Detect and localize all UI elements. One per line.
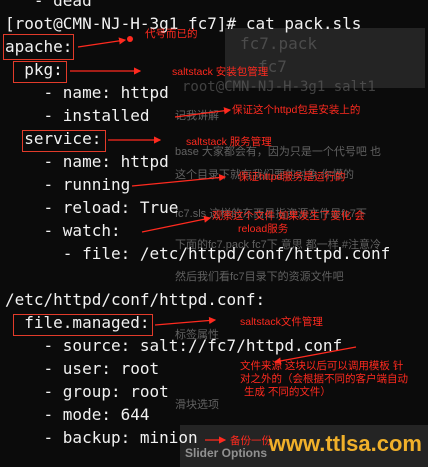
annotation-source-1: 文件来源 这块以后可以调用模板 针 — [240, 360, 404, 372]
terminal-line: - mode: 644 — [5, 405, 150, 424]
terminal-line: - file: /etc/httpd/conf/httpd.conf — [5, 244, 391, 263]
terminal-line: - name: httpd — [5, 83, 169, 102]
annotation-apache: 代号而已的 — [145, 28, 198, 40]
terminal-line: - installed — [5, 106, 150, 125]
bg-text: 记我讲解 — [175, 110, 219, 122]
terminal-line: - reload: True — [5, 198, 179, 217]
terminal-line: - user: root — [5, 359, 160, 378]
terminal-line: - dead — [5, 0, 92, 10]
annotation-service: saltstack 服务管理 — [186, 136, 272, 148]
terminal-line: - running — [5, 175, 131, 194]
terminal-line: - watch: — [5, 221, 121, 240]
annotation-installed: 保证这个httpd包是安装上的 — [232, 104, 361, 116]
annotation-dot — [127, 36, 133, 42]
annotation-pkg: saltstack 安装包管理 — [172, 66, 269, 78]
highlight-box — [22, 130, 106, 152]
bg-text: fc7.pack — [240, 34, 318, 53]
terminal-line: - source: salt://fc7/httpd.conf — [5, 336, 343, 355]
annotation-watch-1: 观察这个文件 如果发生了变化 会 — [212, 210, 365, 222]
bg-text: 然后我们看fc7目录下的资源文件吧 — [175, 271, 344, 283]
terminal-line: - backup: minion — [5, 428, 198, 447]
annotation-running: 保证httpd服务是运行的 — [238, 171, 346, 183]
bg-text: root@CMN-NJ-H-3g1 salt1 — [182, 79, 376, 95]
bg-text: 滑块选项 — [175, 399, 219, 411]
annotation-watch-2: reload服务 — [238, 223, 289, 235]
annotation-file-managed: saltstack文件管理 — [240, 316, 323, 328]
terminal-line: /etc/httpd/conf/httpd.conf: — [5, 290, 266, 309]
terminal-line: apache: — [2, 34, 75, 60]
watermark: www.ttlsa.com — [268, 431, 422, 456]
terminal-line: - group: root — [5, 382, 169, 401]
annotation-source-3: 生成 不同的文件） — [244, 386, 331, 398]
highlight-box — [13, 61, 67, 83]
terminal-line: - name: httpd — [5, 152, 169, 171]
annotation-backup: 备份一份 — [230, 435, 272, 447]
annotation-source-2: 对之外的（会根据不同的客户端自动 — [240, 373, 408, 385]
highlight-box — [13, 314, 153, 336]
